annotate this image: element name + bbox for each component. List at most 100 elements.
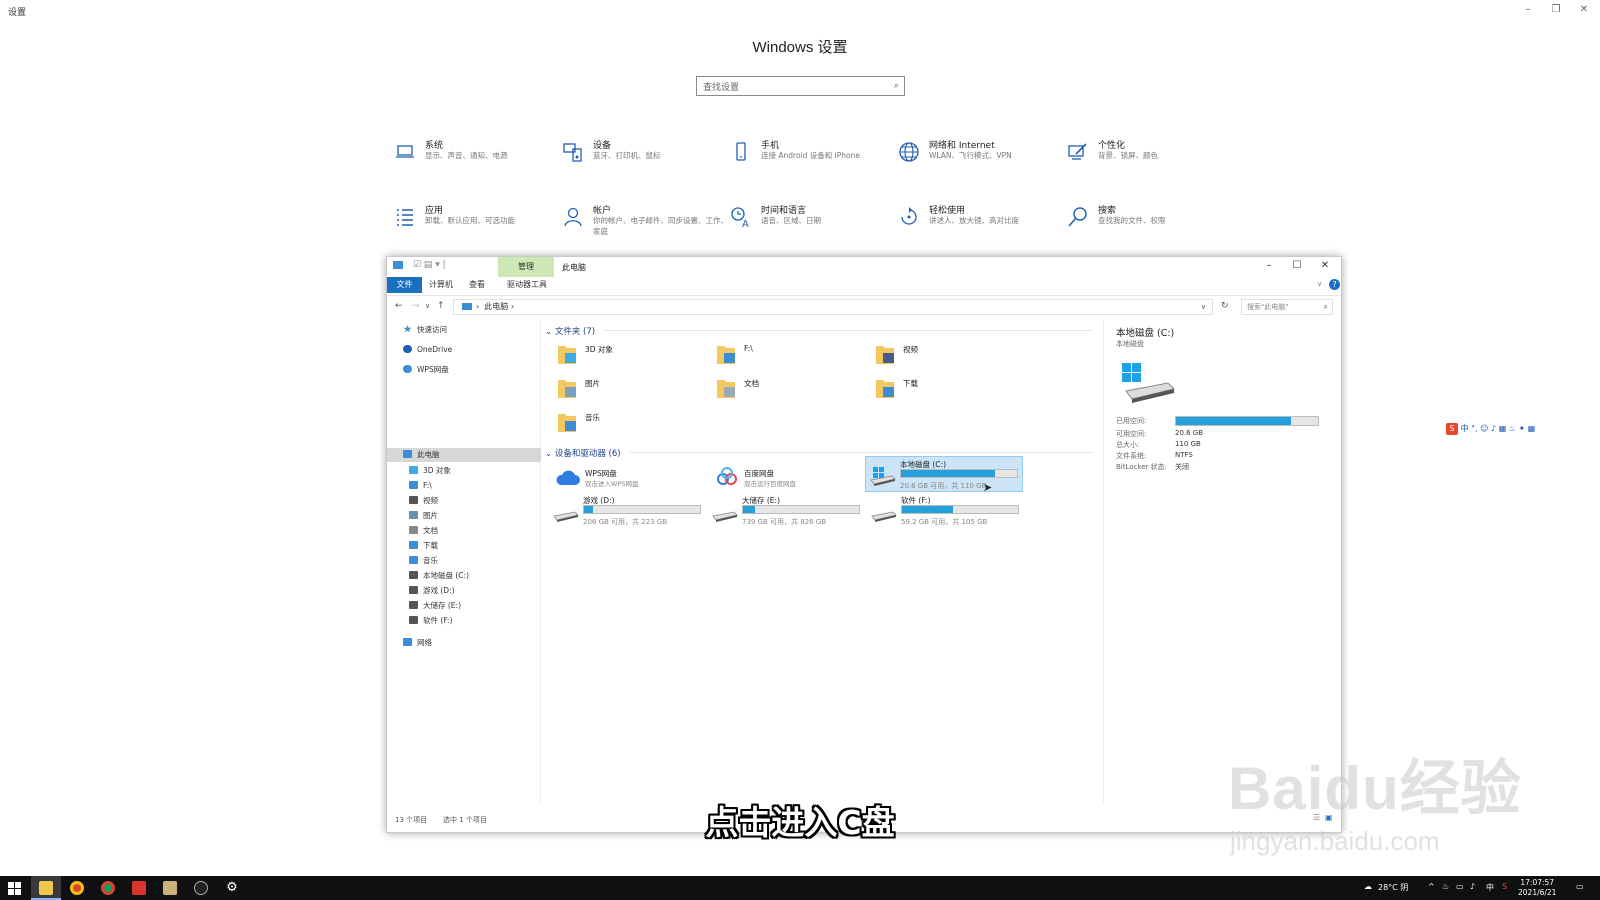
tab-computer[interactable]: 计算机 <box>425 277 457 293</box>
category-system[interactable]: 系统 显示、声音、通知、电源 <box>393 138 558 178</box>
details-subtitle: 本地磁盘 <box>1116 340 1144 348</box>
taskbar-app-6[interactable] <box>186 876 216 900</box>
taskbar-file-explorer[interactable] <box>31 876 61 900</box>
weather-text[interactable]: 28°C 阴 <box>1378 882 1408 893</box>
sogou-ime-icon[interactable]: S <box>1446 423 1458 435</box>
folder-tile[interactable]: 3D 对象 <box>549 339 699 369</box>
close-button[interactable]: ✕ <box>1572 2 1596 18</box>
folder-icon <box>409 556 418 564</box>
baidu-watermark-logo: Baidu经验 <box>1228 755 1522 822</box>
minimize-button[interactable]: – <box>1516 2 1540 18</box>
nav-label: 视频 <box>423 496 438 505</box>
folder-tile[interactable]: 音乐 <box>549 407 699 437</box>
folder-icon <box>558 414 576 432</box>
taskbar-settings[interactable]: ⚙ <box>217 876 247 900</box>
drive-tile[interactable]: 游戏 (D:) 206 GB 可用，共 223 GB <box>549 493 707 529</box>
nav-child-item[interactable]: 图片 <box>409 509 438 523</box>
folder-tile[interactable]: 图片 <box>549 373 699 403</box>
drive-tile[interactable]: 本地磁盘 (C:) 20.6 GB 可用，共 110 GB <box>865 456 1023 492</box>
nav-child-item[interactable]: 游戏 (D:) <box>409 584 455 598</box>
nav-child-item[interactable]: F:\ <box>409 479 432 493</box>
recent-chevron-icon[interactable]: ∨ <box>425 302 430 310</box>
volume-icon[interactable]: ♪ <box>1470 882 1475 891</box>
nav-child-item[interactable]: 音乐 <box>409 554 438 568</box>
category-personalization[interactable]: 个性化 背景、锁屏、颜色 <box>1066 138 1231 178</box>
quick-access-toolbar[interactable]: ☑ ▤ ▾ | <box>413 260 446 270</box>
nav-child-item[interactable]: 3D 对象 <box>409 464 451 478</box>
taskbar-chrome[interactable] <box>62 876 92 900</box>
gear-icon: ⚙ <box>226 880 238 895</box>
folder-tile[interactable]: 文档 <box>708 373 858 403</box>
start-button[interactable] <box>0 876 30 900</box>
maximize-button[interactable]: ❐ <box>1544 2 1568 18</box>
chrome-icon <box>101 881 115 895</box>
drive-icon <box>409 571 418 579</box>
nav-child-item[interactable]: 文档 <box>409 524 438 538</box>
tab-drive-tools[interactable]: 驱动器工具 <box>499 277 555 293</box>
baidu-cloud-icon <box>717 467 737 485</box>
category-ease-of-access[interactable]: 轻松使用 讲述人、放大镜、高对比度 <box>897 203 1062 243</box>
folder-tile[interactable]: 下载 <box>867 373 1017 403</box>
nav-network[interactable]: 网络 <box>403 636 432 650</box>
taskbar-app-5[interactable] <box>155 876 185 900</box>
baidu-cloud-drive[interactable]: 百度网盘 双击运行百度网盘 <box>708 463 858 493</box>
sogou-tray-icon[interactable]: S <box>1502 882 1507 891</box>
nav-onedrive[interactable]: OneDrive <box>403 343 452 357</box>
used-space-fill <box>1176 417 1292 425</box>
explorer-maximize-button[interactable]: ☐ <box>1287 260 1307 271</box>
globe-icon <box>899 142 919 162</box>
wps-cloud-drive[interactable]: WPS网盘 双击进入WPS网盘 <box>549 463 699 493</box>
category-accounts[interactable]: 帐户 你的帐户、电子邮件、同步设置、工作、家庭 <box>561 203 728 243</box>
folders-group-header[interactable]: ⌄ 文件夹 (7) <box>545 325 595 337</box>
refresh-icon[interactable]: ↻ <box>1221 301 1229 311</box>
taskbar-wps[interactable] <box>124 876 154 900</box>
explorer-minimize-button[interactable]: – <box>1259 260 1279 271</box>
taskbar-clock[interactable]: 17:07:57 2021/6/21 <box>1518 878 1556 898</box>
category-phone[interactable]: 手机 连接 Android 设备和 iPhone <box>729 138 894 178</box>
folder-tile[interactable]: 视频 <box>867 339 1017 369</box>
notification-icon[interactable]: ▭ <box>1576 882 1584 891</box>
tab-view[interactable]: 查看 <box>463 277 491 293</box>
ime-toolbar[interactable]: S 中 °, ☺ ♪ ▦ ♨ ✦ ▦ <box>1446 423 1535 437</box>
tray-app-icon[interactable]: ♨ <box>1442 882 1449 891</box>
hard-drive-icon <box>871 511 897 522</box>
network-tray-icon[interactable]: ▭ <box>1456 882 1464 891</box>
category-search[interactable]: 搜索 查找我的文件、权限 <box>1066 203 1231 243</box>
weather-icon[interactable]: ☁ <box>1364 882 1372 891</box>
nav-this-pc[interactable]: 此电脑 <box>403 448 440 462</box>
explorer-search-input[interactable]: 搜索"此电脑" ⌕ <box>1241 299 1333 315</box>
category-apps[interactable]: 应用 卸载、默认应用、可选功能 <box>393 203 558 243</box>
forward-arrow-icon[interactable]: → <box>412 301 420 311</box>
hard-drive-icon <box>870 467 896 486</box>
nav-quick-access[interactable]: 快速访问 <box>403 323 447 337</box>
nav-label: F:\ <box>423 481 432 490</box>
nav-child-item[interactable]: 软件 (F:) <box>409 614 453 628</box>
ribbon-expand-icon[interactable]: ∨ <box>1317 280 1322 288</box>
tab-manage[interactable]: 管理 <box>498 257 554 277</box>
nav-child-item[interactable]: 本地磁盘 (C:) <box>409 569 469 583</box>
settings-search-input[interactable]: 查找设置 ⌕ <box>696 76 905 96</box>
nav-child-item[interactable]: 大储存 (E:) <box>409 599 461 613</box>
drive-tile[interactable]: 大储存 (E:) 739 GB 可用，共 826 GB <box>708 493 866 529</box>
nav-wps[interactable]: WPS网盘 <box>403 363 449 377</box>
back-arrow-icon[interactable]: ← <box>395 301 403 311</box>
tab-file[interactable]: 文件 <box>387 277 422 293</box>
nav-child-item[interactable]: 下载 <box>409 539 438 553</box>
devices-group-header[interactable]: ⌄ 设备和驱动器 (6) <box>545 447 621 459</box>
tray-overflow-icon[interactable]: ^ <box>1428 882 1435 891</box>
drive-tile[interactable]: 软件 (F:) 59.2 GB 可用，共 105 GB <box>867 493 1025 529</box>
address-bar[interactable]: › 此电脑 › ∨ <box>453 299 1213 315</box>
input-language[interactable]: 中 <box>1486 882 1494 893</box>
nav-child-item[interactable]: 视频 <box>409 494 438 508</box>
drive-usage-bar <box>900 469 1018 478</box>
category-time-language[interactable]: A 时间和语言 语音、区域、日期 <box>729 203 894 243</box>
taskbar-chrome-2[interactable] <box>93 876 123 900</box>
folder-tile[interactable]: F:\ <box>708 339 858 369</box>
address-dropdown-icon[interactable]: ∨ <box>1201 300 1206 314</box>
up-arrow-icon[interactable]: ↑ <box>437 301 445 311</box>
drive-icon <box>409 616 418 624</box>
category-network[interactable]: 网络和 Internet WLAN、飞行模式、VPN <box>897 138 1062 178</box>
help-icon[interactable]: ? <box>1329 279 1340 290</box>
explorer-close-button[interactable]: ✕ <box>1315 260 1335 271</box>
category-devices[interactable]: 设备 蓝牙、打印机、鼠标 <box>561 138 726 178</box>
